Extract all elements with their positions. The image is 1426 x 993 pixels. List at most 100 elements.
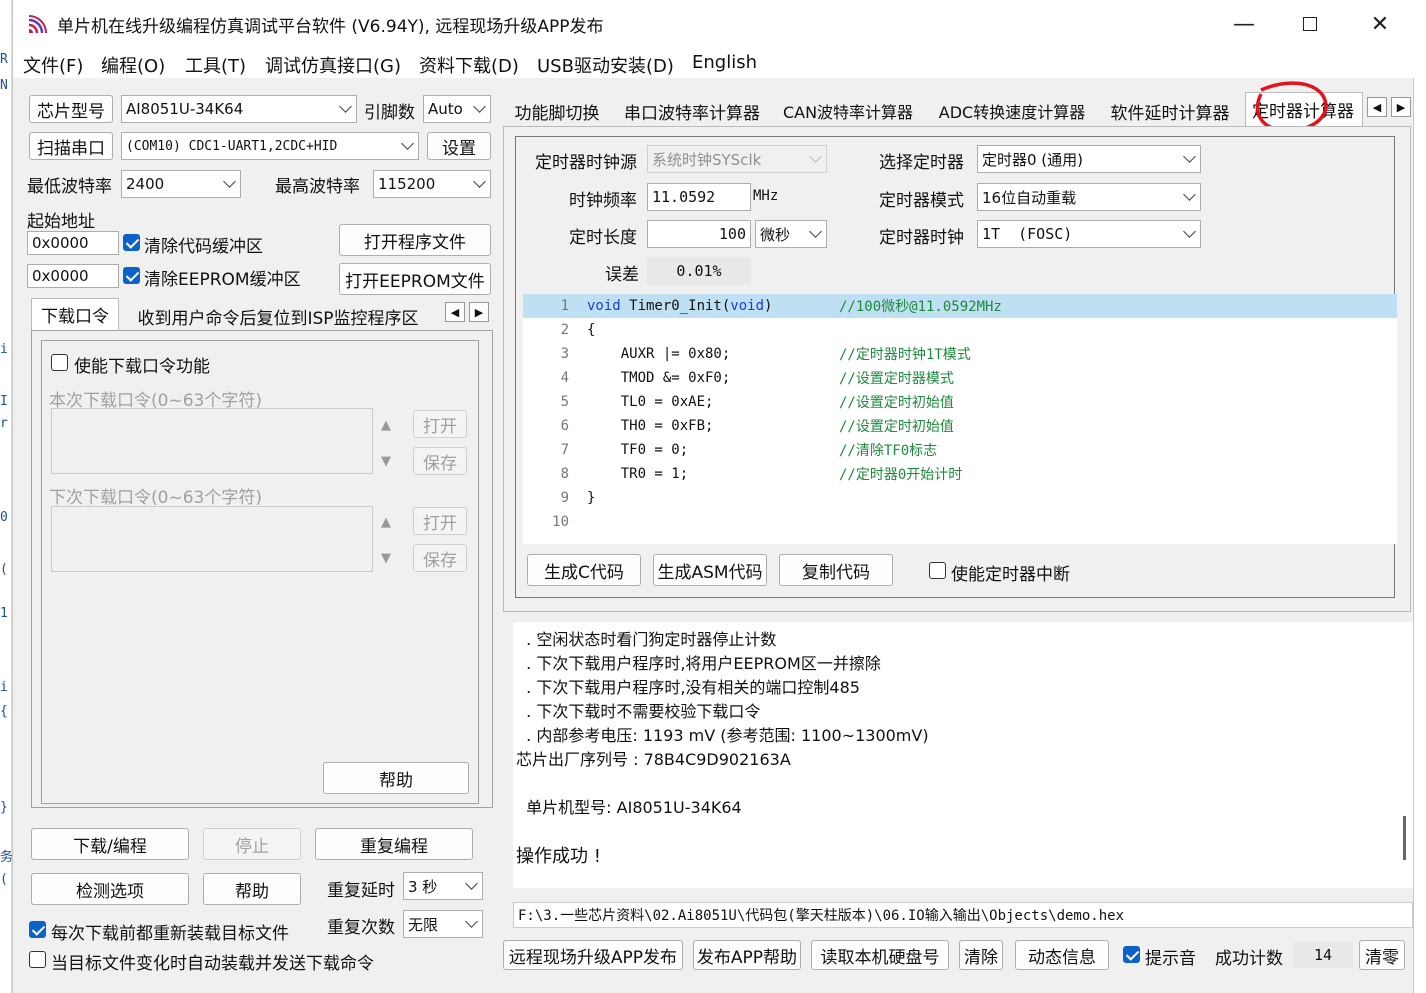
save-this-password-button[interactable]: 保存 xyxy=(413,447,467,475)
menu-download[interactable]: 资料下载(D) xyxy=(419,52,519,78)
max-baud-label: 最高波特率 xyxy=(275,177,360,197)
code-comment: //设置定时器模式 xyxy=(839,371,954,387)
generate-c-code-button[interactable]: 生成C代码 xyxy=(527,554,641,586)
error-value: 0.01% xyxy=(647,257,751,285)
tab-pin-switch[interactable]: 功能脚切换 xyxy=(505,96,609,126)
menu-english[interactable]: English xyxy=(692,52,757,73)
stop-button[interactable]: 停止 xyxy=(203,828,301,860)
tab-reset-to-isp[interactable]: 收到用户命令后复位到ISP监控程序区 xyxy=(125,302,431,330)
title-bar: 单片机在线升级编程仿真调试平台软件 (V6.94Y), 远程现场升级APP发布 … xyxy=(13,0,1415,48)
select-timer-select[interactable]: 定时器0 (通用) xyxy=(977,145,1201,173)
reload-before-download-checkbox[interactable] xyxy=(29,921,46,938)
enable-password-label: 使能下载口令功能 xyxy=(74,357,210,377)
tab-delay-calculator[interactable]: 软件延时计算器 xyxy=(1099,96,1241,126)
clock-frequency-input[interactable]: 11.0592 xyxy=(647,183,751,211)
minimize-button[interactable]: — xyxy=(1221,8,1267,40)
chevron-down-icon xyxy=(465,877,478,890)
generated-code-editor[interactable]: 1 void Timer0_Init(void) //100微秒@11.0592MH… xyxy=(523,294,1397,544)
beep-checkbox[interactable] xyxy=(1123,946,1140,963)
generate-asm-code-button[interactable]: 生成ASM代码 xyxy=(653,554,767,586)
remote-upgrade-publish-button[interactable]: 远程现场升级APP发布 xyxy=(503,940,683,970)
max-baud-select[interactable]: 115200 xyxy=(373,170,491,198)
tab-can-baud-calculator[interactable]: CAN波特率计算器 xyxy=(773,96,923,126)
clear-eeprom-label: 清除EEPROM缓冲区 xyxy=(144,270,301,290)
check-options-button[interactable]: 检测选项 xyxy=(31,873,189,905)
eeprom-start-address-input[interactable]: 0x0000 xyxy=(27,264,119,288)
tab-scroll-right-icon[interactable]: ▶ xyxy=(1391,97,1411,117)
chevron-down-icon xyxy=(473,100,486,113)
clear-code-checkbox[interactable] xyxy=(123,234,140,251)
log-line: . 下次下载时不需要校验下载口令 xyxy=(516,702,761,721)
min-baud-select[interactable]: 2400 xyxy=(121,170,241,198)
repeat-delay-select[interactable]: 3 秒 xyxy=(403,872,483,900)
chip-model-label[interactable]: 芯片型号 xyxy=(29,95,113,123)
scroll-down-icon: ▼ xyxy=(381,551,391,566)
open-next-password-button[interactable]: 打开 xyxy=(413,507,467,535)
tab-uart-baud-calculator[interactable]: 串口波特率计算器 xyxy=(613,96,771,126)
timer-length-input[interactable]: 100 xyxy=(647,220,751,248)
log-line: . 下次下载用户程序时,没有相关的端口控制485 xyxy=(516,678,860,697)
enable-password-checkbox[interactable] xyxy=(51,354,68,371)
clock-source-select[interactable]: 系统时钟SYSclk xyxy=(647,145,827,173)
clock-frequency-label: 时钟频率 xyxy=(569,191,637,211)
clear-code-label: 清除代码缓冲区 xyxy=(144,237,263,257)
repeat-program-button[interactable]: 重复编程 xyxy=(315,828,473,860)
menu-debug[interactable]: 调试仿真接口(G) xyxy=(265,52,401,78)
this-password-textarea[interactable] xyxy=(51,408,373,474)
tab-adc-speed-calculator[interactable]: ADC转换速度计算器 xyxy=(927,96,1097,126)
copy-code-button[interactable]: 复制代码 xyxy=(779,554,893,586)
open-eeprom-file-button[interactable]: 打开EEPROM文件 xyxy=(339,263,491,295)
clear-log-button[interactable]: 清除 xyxy=(959,940,1003,970)
code-line: 5 TL0 = 0xAE; //设置定时初始值 xyxy=(523,390,1397,414)
maximize-button[interactable] xyxy=(1287,8,1333,40)
chevron-down-icon xyxy=(1183,225,1196,238)
menu-tools[interactable]: 工具(T) xyxy=(185,52,246,78)
log-scrollbar[interactable] xyxy=(1395,622,1413,888)
menu-usb-driver[interactable]: USB驱动安装(D) xyxy=(537,52,674,78)
repeat-count-select[interactable]: 无限 xyxy=(403,910,483,938)
tab-scroll-left-icon[interactable]: ◀ xyxy=(445,302,465,322)
save-next-password-button[interactable]: 保存 xyxy=(413,544,467,572)
reset-count-button[interactable]: 清零 xyxy=(1359,940,1405,970)
code-text: TMOD &= 0xF0; xyxy=(587,370,731,386)
next-password-textarea[interactable] xyxy=(51,506,373,572)
help-button[interactable]: 帮助 xyxy=(203,873,301,905)
timer-mode-select[interactable]: 16位自动重载 xyxy=(977,183,1201,211)
tab-scroll-left-icon[interactable]: ◀ xyxy=(1367,97,1387,117)
pin-count-select[interactable]: Auto xyxy=(423,95,491,123)
timer-unit-select[interactable]: 微秒 xyxy=(755,220,827,248)
port-select[interactable]: (COM10) CDC1-UART1,2CDC+HID xyxy=(121,132,419,160)
close-button[interactable]: ✕ xyxy=(1357,8,1403,40)
publish-help-button[interactable]: 发布APP帮助 xyxy=(693,940,801,970)
tab-scroll-right-icon[interactable]: ▶ xyxy=(469,302,489,322)
code-start-address-input[interactable]: 0x0000 xyxy=(27,231,119,255)
settings-button[interactable]: 设置 xyxy=(427,132,491,160)
tab-download-password[interactable]: 下载口令 xyxy=(31,298,119,330)
timer-clock-select[interactable]: 1T (FOSC) xyxy=(977,220,1201,248)
scroll-up-icon: ▲ xyxy=(381,515,391,530)
scan-port-button[interactable]: 扫描串口 xyxy=(29,132,113,160)
code-comment: //设置定时初始值 xyxy=(839,419,954,435)
clear-eeprom-checkbox[interactable] xyxy=(123,267,140,284)
code-comment: //定时器时钟1T模式 xyxy=(839,347,971,363)
auto-download-checkbox[interactable] xyxy=(29,951,46,968)
chevron-down-icon xyxy=(339,100,352,113)
enable-timer-interrupt-checkbox[interactable] xyxy=(929,562,946,579)
download-program-button[interactable]: 下载/编程 xyxy=(31,828,189,860)
line-number: 4 xyxy=(560,370,569,386)
read-disk-id-button[interactable]: 读取本机硬盘号 xyxy=(811,940,949,970)
code-line: 6 TH0 = 0xFB; //设置定时初始值 xyxy=(523,414,1397,438)
dynamic-info-button[interactable]: 动态信息 xyxy=(1015,940,1109,970)
open-this-password-button[interactable]: 打开 xyxy=(413,410,467,438)
open-program-file-button[interactable]: 打开程序文件 xyxy=(339,224,491,256)
code-text: TF0 = 0; xyxy=(587,442,689,458)
code-text: TR0 = 1; xyxy=(587,466,689,482)
app-icon xyxy=(28,15,47,34)
chip-model-select[interactable]: AI8051U-34K64 xyxy=(121,95,357,123)
password-help-button[interactable]: 帮助 xyxy=(323,762,469,794)
menu-program[interactable]: 编程(O) xyxy=(101,52,165,78)
code-comment: //设置定时初始值 xyxy=(839,395,954,411)
menu-file[interactable]: 文件(F) xyxy=(23,52,83,78)
chevron-down-icon xyxy=(473,175,486,188)
line-number: 6 xyxy=(560,418,569,434)
